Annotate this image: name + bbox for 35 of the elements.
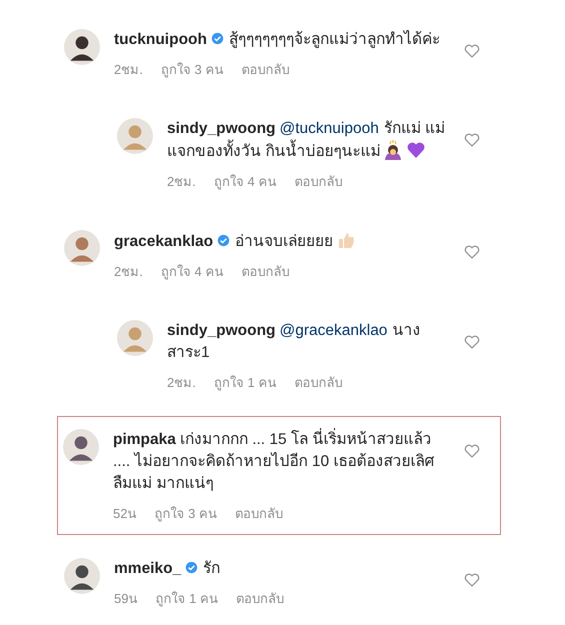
comment-text: tucknuipooh สู้ๆๆๆๆๆๆๆจ้ะลูกแม่ว่าลูกทำได้ค่ะ [114,29,441,50]
avatar-icon[interactable] [64,558,100,594]
likes-count[interactable]: ถูกใจ 3 คน [154,503,217,524]
like-heart-icon[interactable] [464,43,480,59]
likes-count[interactable]: ถูกใจ 4 คน [214,171,276,192]
like-heart-icon[interactable] [464,132,480,148]
comment-text: gracekanklao อ่านจบเล่ยยยย [114,230,446,253]
like-heart-icon[interactable] [464,334,480,350]
mention-link[interactable]: @tucknuipooh [280,120,379,137]
comment-text: mmeiko_ รัก [114,559,222,579]
reply-link[interactable]: ตอบกลับ [241,261,290,282]
likes-count[interactable]: ถูกใจ 3 คน [160,59,224,80]
comment-time: 52น [113,505,136,523]
comment-text: sindy_pwoong @gracekanklao นางสาระ1 [167,321,422,363]
like-heart-icon[interactable] [464,572,480,588]
mention-link[interactable]: @gracekanklao [280,322,388,339]
likes-count[interactable]: ถูกใจ 1 คน [155,588,218,609]
reply-link[interactable]: ตอบกลับ [241,59,290,80]
reply-link[interactable]: ตอบกลับ [294,372,342,393]
comment-time: 2ชม. [114,61,143,79]
avatar-icon[interactable] [63,429,99,465]
comment-time: 59น [114,590,138,608]
reply-link[interactable]: ตอบกลับ [236,588,284,609]
likes-count[interactable]: ถูกใจ 4 คน [160,261,224,282]
comment-time: 2ชม. [114,263,143,281]
reply-link[interactable]: ตอบกลับ [294,171,342,192]
comment-text: sindy_pwoong @tucknuipooh รักแม่ แม่แจกของทั้งวัน กินน้ำบ่อยๆนะแม่ [167,119,446,162]
likes-count[interactable]: ถูกใจ 1 คน [214,372,276,393]
reply-link[interactable]: ตอบกลับ [234,503,283,524]
comment-time: 2ชม. [167,173,196,191]
like-heart-icon[interactable] [464,443,480,459]
like-heart-icon[interactable] [464,244,480,260]
comment-text: pimpaka เก่งมากกก ... 15 โล นี่เริ่มหน้าสวยแล้ว .... ไม่อยากจะคิดถ้าหายไปอีก 10 เธอต้องสวยเลิศ ลืมแม่ มากแน่ๆ [113,429,444,495]
avatar-icon[interactable] [64,29,100,65]
comment-time: 2ชม. [167,374,196,392]
